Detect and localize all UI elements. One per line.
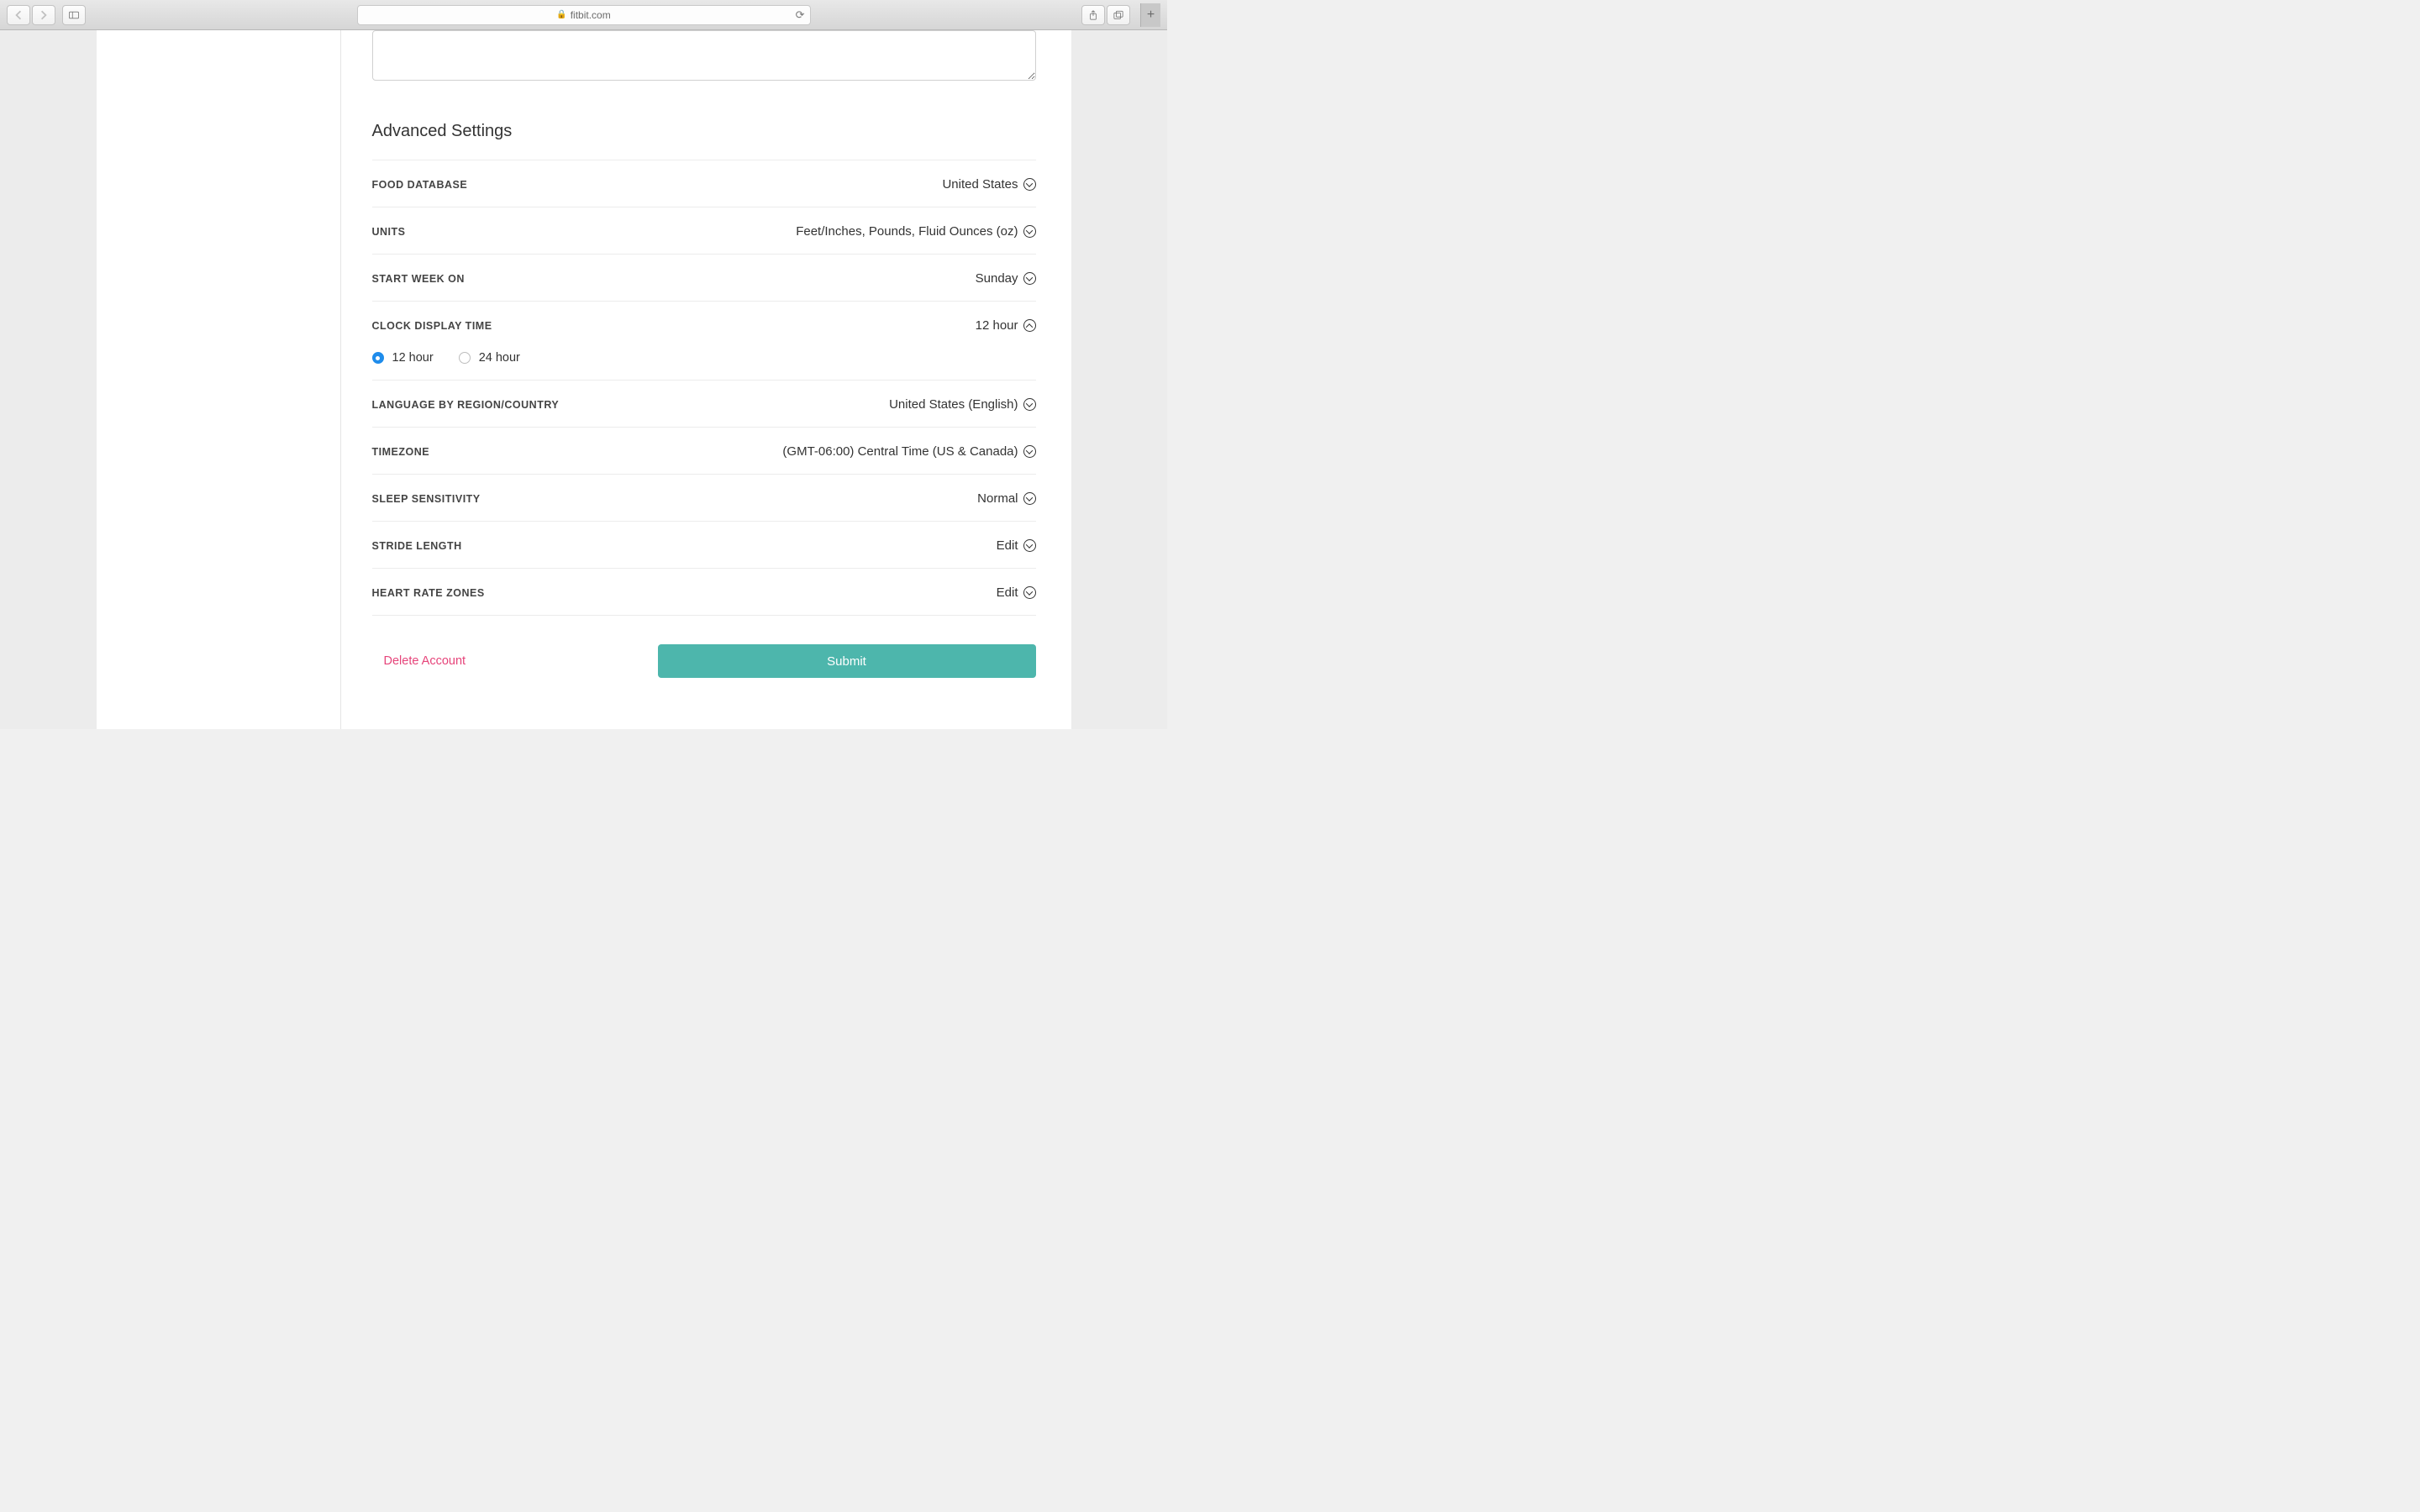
section-title: Advanced Settings — [372, 122, 1038, 141]
footer-actions: Delete Account Submit — [372, 644, 1036, 678]
new-tab-button[interactable]: + — [1140, 3, 1160, 27]
chevron-down-icon — [1023, 225, 1036, 238]
setting-value-sleep[interactable]: Normal — [977, 491, 1035, 506]
setting-heart-rate-zones: HEART RATE ZONES Edit — [372, 568, 1036, 616]
setting-value-text: 12 hour — [976, 318, 1018, 333]
radio-label: 24 hour — [479, 351, 520, 365]
setting-value-text: Normal — [977, 491, 1018, 506]
radio-dot-icon — [372, 352, 384, 364]
setting-label: UNITS — [372, 226, 406, 238]
setting-value-text: Edit — [997, 538, 1018, 553]
delete-account-link[interactable]: Delete Account — [372, 654, 466, 668]
chevron-down-icon — [1023, 178, 1036, 191]
setting-value-hr-zones[interactable]: Edit — [997, 585, 1036, 600]
radio-dot-icon — [459, 352, 471, 364]
lock-icon: 🔒 — [556, 10, 566, 19]
setting-food-database: FOOD DATABASE United States — [372, 160, 1036, 207]
url-bar[interactable]: 🔒 fitbit.com ⟳ — [357, 5, 811, 25]
setting-value-text: Sunday — [976, 271, 1018, 286]
chevron-down-icon — [1023, 586, 1036, 599]
browser-toolbar: 🔒 fitbit.com ⟳ + — [0, 0, 1167, 30]
setting-label: CLOCK DISPLAY TIME — [372, 320, 492, 332]
setting-label: LANGUAGE BY REGION/COUNTRY — [372, 399, 560, 411]
chevron-up-icon — [1023, 319, 1036, 332]
page-background: Advanced Settings FOOD DATABASE United S… — [0, 30, 1167, 729]
clock-radio-group: 12 hour 24 hour — [372, 351, 1036, 365]
submit-button[interactable]: Submit — [658, 644, 1036, 678]
url-host: fitbit.com — [571, 9, 611, 21]
setting-sleep-sensitivity: SLEEP SENSITIVITY Normal — [372, 474, 1036, 521]
share-button[interactable] — [1081, 5, 1105, 25]
chevron-down-icon — [1023, 492, 1036, 505]
radio-label: 12 hour — [392, 351, 434, 365]
setting-value-language[interactable]: United States (English) — [889, 397, 1035, 412]
setting-clock-display: CLOCK DISPLAY TIME 12 hour 12 hour — [372, 301, 1036, 380]
setting-value-text: United States — [942, 177, 1018, 192]
setting-timezone: TIMEZONE (GMT-06:00) Central Time (US & … — [372, 427, 1036, 474]
setting-label: FOOD DATABASE — [372, 179, 468, 191]
chevron-down-icon — [1023, 398, 1036, 411]
setting-label: TIMEZONE — [372, 446, 430, 458]
setting-label: HEART RATE ZONES — [372, 587, 485, 599]
setting-value-start-week[interactable]: Sunday — [976, 271, 1036, 286]
content-card: Advanced Settings FOOD DATABASE United S… — [97, 30, 1071, 729]
setting-value-units[interactable]: Feet/Inches, Pounds, Fluid Ounces (oz) — [796, 224, 1035, 239]
setting-language: LANGUAGE BY REGION/COUNTRY United States… — [372, 380, 1036, 427]
setting-value-stride[interactable]: Edit — [997, 538, 1036, 553]
setting-value-timezone[interactable]: (GMT-06:00) Central Time (US & Canada) — [782, 444, 1035, 459]
setting-start-week: START WEEK ON Sunday — [372, 254, 1036, 301]
chevron-down-icon — [1023, 445, 1036, 458]
setting-units: UNITS Feet/Inches, Pounds, Fluid Ounces … — [372, 207, 1036, 254]
setting-value-text: Edit — [997, 585, 1018, 600]
setting-label: START WEEK ON — [372, 273, 465, 285]
back-button[interactable] — [7, 5, 30, 25]
radio-24-hour[interactable]: 24 hour — [459, 351, 520, 365]
setting-stride-length: STRIDE LENGTH Edit — [372, 521, 1036, 568]
advanced-settings-list: FOOD DATABASE United States UNITS Feet/I… — [372, 160, 1036, 616]
sidebar-toggle-button[interactable] — [62, 5, 86, 25]
setting-value-food-database[interactable]: United States — [942, 177, 1035, 192]
forward-button[interactable] — [32, 5, 55, 25]
chevron-down-icon — [1023, 539, 1036, 552]
setting-label: STRIDE LENGTH — [372, 540, 462, 552]
setting-value-text: (GMT-06:00) Central Time (US & Canada) — [782, 444, 1018, 459]
setting-value-clock[interactable]: 12 hour — [976, 318, 1036, 333]
chevron-down-icon — [1023, 272, 1036, 285]
setting-label: SLEEP SENSITIVITY — [372, 493, 481, 505]
about-textarea[interactable] — [372, 30, 1036, 81]
reload-icon[interactable]: ⟳ — [796, 8, 805, 22]
setting-value-text: Feet/Inches, Pounds, Fluid Ounces (oz) — [796, 224, 1018, 239]
setting-value-text: United States (English) — [889, 397, 1018, 412]
radio-12-hour[interactable]: 12 hour — [372, 351, 434, 365]
tabs-button[interactable] — [1107, 5, 1130, 25]
